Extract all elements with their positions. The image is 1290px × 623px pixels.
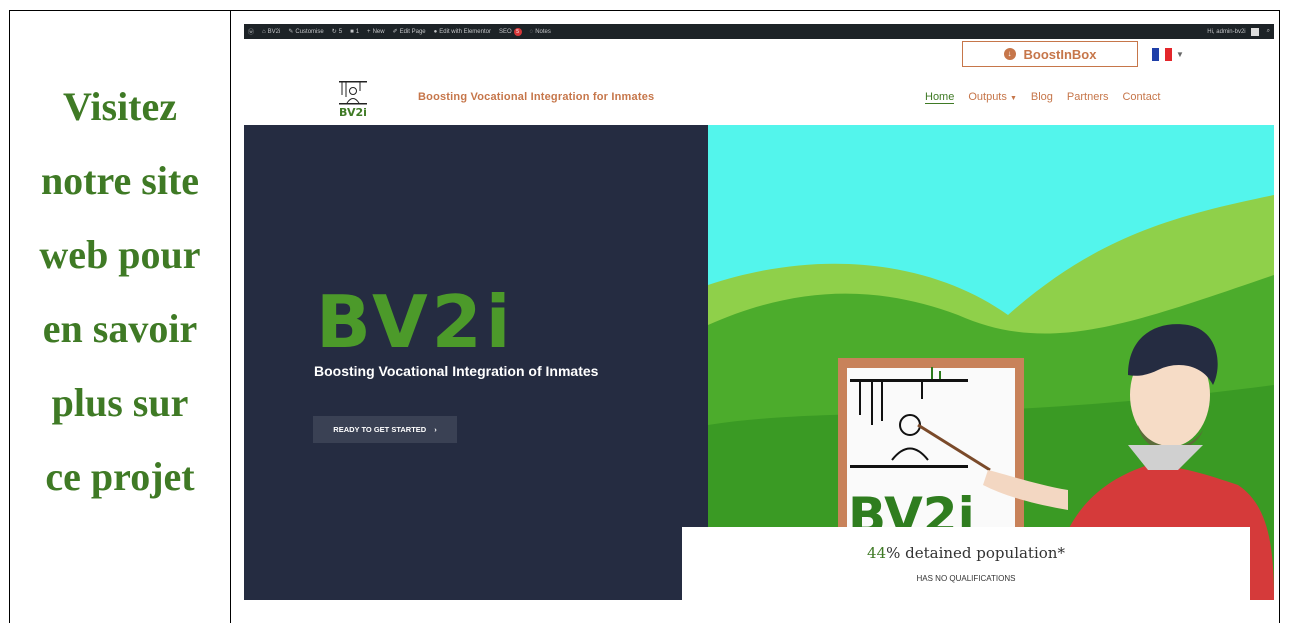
elementor-icon: ● <box>433 28 438 35</box>
main-nav: Home Outputs ▼ Blog Partners Contact <box>925 91 1160 104</box>
admin-customise-link[interactable]: ✎ Customise <box>288 28 324 36</box>
hero-title: BV2i <box>316 280 515 364</box>
admin-customise-label: Customise <box>295 28 324 35</box>
admin-edit-page-link[interactable]: ✐ Edit Page <box>392 28 426 36</box>
france-flag-icon[interactable] <box>1152 48 1173 61</box>
board-bar <box>850 465 968 468</box>
caption-line: ce projet <box>45 454 195 499</box>
pencil-icon: ✐ <box>392 29 398 35</box>
caption-line: web pour <box>39 232 201 277</box>
wp-admin-bar: ⓦ ⌂ BV2i ✎ Customise ↻ 5 ■ 1 + New ✐ Edit Page… <box>244 24 1274 39</box>
stat-text: % detained population* <box>886 544 1065 562</box>
get-started-button[interactable]: READY TO GET STARTED › <box>313 416 457 443</box>
admin-comments-count: 1 <box>355 28 360 35</box>
site-logo[interactable]: BV2i <box>336 75 370 119</box>
stat-card: 44% detained population* HAS NO QUALIFIC… <box>682 527 1250 600</box>
comment-icon: ■ <box>350 28 354 35</box>
download-icon: ↓ <box>1003 48 1016 60</box>
admin-notes-link[interactable]: ◌ Notes <box>530 29 551 35</box>
caption-line: plus sur <box>51 380 189 425</box>
site-tagline: Boosting Vocational Integration for Inma… <box>418 91 655 103</box>
nav-contact[interactable]: Contact <box>1122 91 1160 104</box>
caret-down-icon: ▼ <box>1009 95 1017 102</box>
admin-seo-link[interactable]: SEO 5 <box>498 27 522 36</box>
admin-elementor-link[interactable]: ● Edit with Elementor <box>434 29 491 35</box>
get-started-label: READY TO GET STARTED <box>333 425 427 434</box>
nav-outputs-label: Outputs <box>968 91 1007 103</box>
board-bar <box>850 379 968 382</box>
nav-home[interactable]: Home <box>925 91 955 104</box>
notes-icon: ◌ <box>529 28 534 35</box>
admin-new-link[interactable]: + New <box>367 29 385 35</box>
admin-updates-link[interactable]: ↻ 5 <box>331 28 343 36</box>
website-screenshot: ⓦ ⌂ BV2i ✎ Customise ↻ 5 ■ 1 + New ✐ Edit Page… <box>244 24 1274 600</box>
avatar <box>1250 27 1259 36</box>
home-icon: ⌂ <box>262 28 266 35</box>
brush-icon: ✎ <box>288 29 294 35</box>
caption-line: notre site <box>40 158 200 203</box>
nav-blog[interactable]: Blog <box>1031 91 1053 104</box>
admin-notes-label: Notes <box>535 28 551 35</box>
seo-badge: 5 <box>513 27 522 36</box>
hero-subtitle: Boosting Vocational Integration of Inmat… <box>314 363 599 379</box>
logo-text: BV2i <box>339 106 367 119</box>
stat-percent: 44 <box>867 544 887 562</box>
nav-outputs[interactable]: Outputs ▼ <box>968 91 1017 104</box>
search-icon[interactable]: ⌕ <box>1267 28 1270 35</box>
caption: Visitez notre site web pour en savoir pl… <box>10 70 230 514</box>
boostinbox-button[interactable]: ↓ BoostInBox <box>962 41 1138 67</box>
admin-user-menu[interactable]: Hi, admin-bv2i <box>1207 27 1259 36</box>
admin-new-label: New <box>372 28 385 35</box>
admin-elementor-label: Edit with Elementor <box>439 28 491 35</box>
chevron-right-icon: › <box>434 425 437 434</box>
boostinbox-label: BoostInBox <box>1023 46 1097 62</box>
admin-site-link[interactable]: ⌂ BV2i <box>262 29 280 35</box>
column-divider <box>230 10 231 623</box>
updates-icon: ↻ <box>331 29 337 35</box>
stat-headline: 44% detained population* <box>682 544 1250 562</box>
admin-updates-count: 5 <box>338 28 343 35</box>
admin-seo-label: SEO <box>498 28 512 35</box>
admin-edit-page-label: Edit Page <box>399 28 426 35</box>
wordpress-logo-icon[interactable]: ⓦ <box>248 27 254 36</box>
admin-user-label: Hi, admin-bv2i <box>1207 28 1246 35</box>
caption-line: en savoir <box>42 306 198 351</box>
caption-line: Visitez <box>62 84 178 129</box>
admin-site-name: BV2i <box>267 28 281 35</box>
stat-subtext: HAS NO QUALIFICATIONS <box>916 574 1016 583</box>
plus-icon: + <box>367 28 371 35</box>
chevron-down-icon[interactable]: ▼ <box>1176 50 1184 59</box>
nav-partners[interactable]: Partners <box>1067 91 1109 104</box>
admin-comments-link[interactable]: ■ 1 <box>350 29 359 35</box>
